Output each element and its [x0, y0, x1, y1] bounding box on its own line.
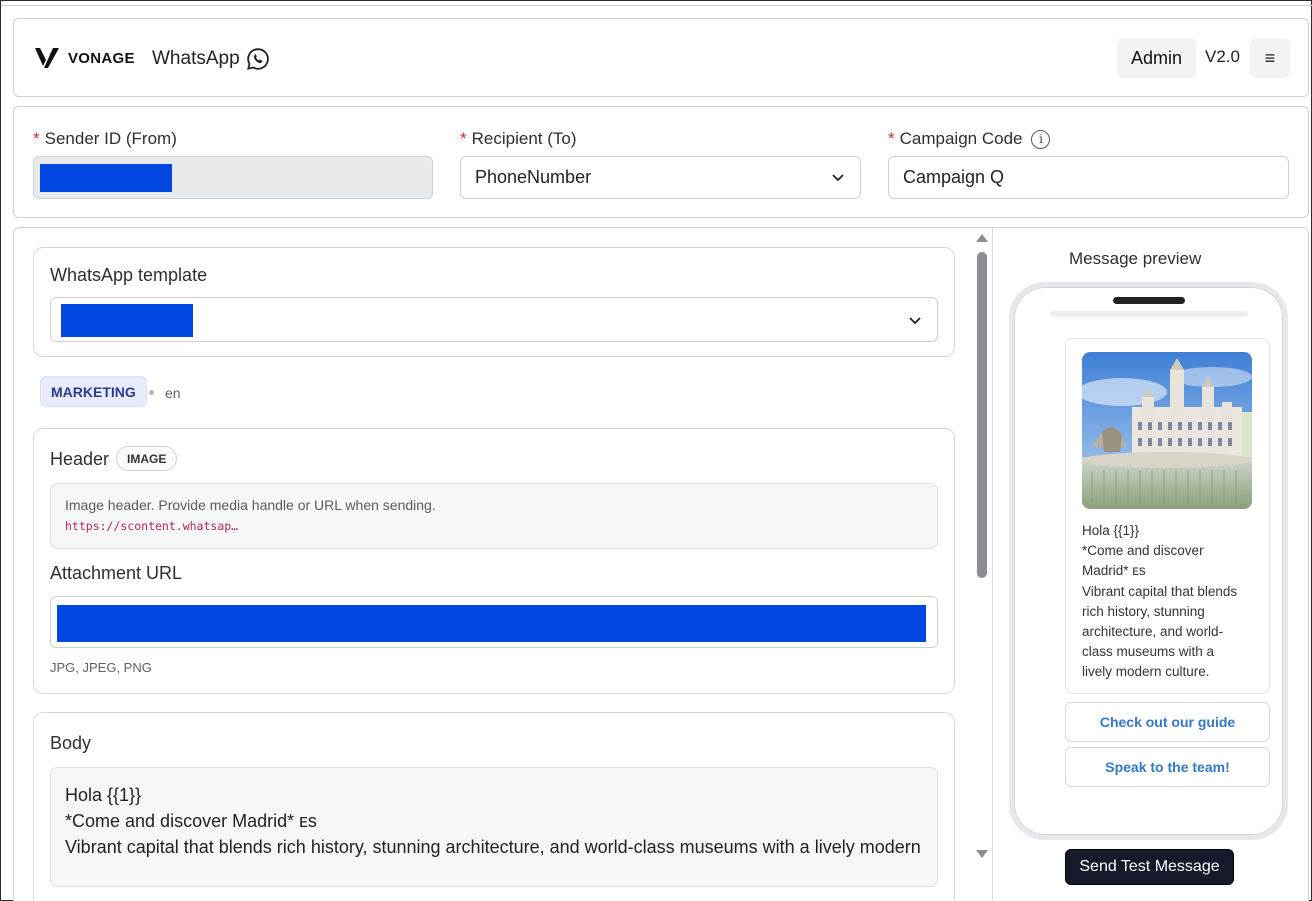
attachment-url-input[interactable]	[50, 596, 938, 648]
header-section-card: Header IMAGE Image header. Provide media…	[33, 428, 955, 694]
chevron-down-icon	[832, 174, 844, 182]
chevron-down-icon	[909, 317, 921, 325]
separator-dot	[149, 390, 154, 395]
preview-line: Vibrant capital that blends	[1082, 583, 1238, 599]
category-badge: MARKETING	[40, 376, 147, 407]
recipient-value: PhoneNumber	[475, 167, 592, 187]
sender-id-field	[33, 156, 433, 199]
phone-notch	[1113, 297, 1185, 304]
header-hint-box: Image header. Provide media handle or UR…	[50, 483, 938, 549]
message-fields-card: * Sender ID (From) * Recipient (To) Phon…	[13, 106, 1309, 218]
template-card: WhatsApp template	[33, 247, 955, 357]
campaign-label: * Campaign Code i	[888, 129, 1051, 149]
required-mark: *	[33, 129, 40, 148]
editor-scrollbar[interactable]	[976, 234, 988, 858]
brand-text: VONAGE	[68, 49, 135, 67]
campaign-code-input[interactable]: Campaign Q	[888, 156, 1289, 199]
redacted-block	[57, 605, 926, 642]
header-image	[1082, 352, 1252, 509]
header-hint-url: https://scontent.whatsap…	[65, 519, 239, 533]
app-title: WhatsApp	[152, 47, 270, 71]
preview-line: Madrid* ᴇs	[1082, 563, 1146, 579]
required-mark: *	[888, 129, 895, 148]
preview-line: lively modern culture.	[1082, 664, 1210, 680]
whatsapp-icon	[246, 48, 269, 70]
preview-line: architecture, and world-	[1082, 624, 1224, 640]
preview-line: Hola {{1}}	[1082, 523, 1140, 538]
preview-message-text: Hola {{1}} *Come and discover Madrid* ᴇs…	[1082, 521, 1262, 683]
preview-title: Message preview	[1069, 249, 1202, 268]
body-line: Hola {{1}}	[65, 785, 142, 805]
recipient-select[interactable]: PhoneNumber	[460, 156, 861, 199]
app-name-text: WhatsApp	[152, 48, 240, 69]
preview-line: *Come and discover	[1082, 543, 1204, 559]
phone-preview: Hola {{1}} *Come and discover Madrid* ᴇs…	[1009, 282, 1288, 840]
version-label: V2.0	[1205, 47, 1240, 66]
allowed-formats: JPG, JPEG, PNG	[50, 660, 152, 675]
window-top-line	[1, 5, 1312, 6]
app-header: VONAGE WhatsApp Admin V2.0 ≡	[13, 18, 1309, 97]
preview-line: class museums with a	[1082, 644, 1215, 660]
redacted-block	[40, 163, 172, 192]
language-label: en	[165, 385, 181, 401]
message-bubble: Hola {{1}} *Come and discover Madrid* ᴇs…	[1065, 338, 1270, 694]
cta-button-guide[interactable]: Check out our guide	[1065, 702, 1270, 742]
required-mark: *	[460, 129, 467, 148]
scroll-up-arrow-icon[interactable]	[976, 234, 988, 242]
scrollbar-thumb[interactable]	[977, 252, 987, 578]
vonage-logo: VONAGE	[34, 46, 135, 70]
body-line: *Come and discover Madrid* ᴇs	[65, 811, 317, 831]
redacted-block	[61, 304, 193, 337]
body-section-label: Body	[50, 733, 92, 753]
header-hint-text: Image header. Provide media handle or UR…	[65, 497, 436, 513]
campaign-label-text: Campaign Code	[899, 129, 1023, 148]
campaign-value: Campaign Q	[903, 167, 1005, 187]
scroll-down-arrow-icon[interactable]	[976, 850, 988, 858]
send-test-message-button[interactable]: Send Test Message	[1065, 849, 1234, 885]
sender-label-text: Sender ID (From)	[44, 129, 177, 148]
phone-status-bar	[1050, 311, 1248, 317]
header-section-label: Header	[50, 449, 110, 469]
body-line: Vibrant capital that blends rich history…	[65, 837, 921, 857]
preview-divider	[992, 228, 993, 901]
admin-button[interactable]: Admin	[1117, 38, 1196, 78]
menu-button[interactable]: ≡	[1250, 38, 1290, 78]
hamburger-icon: ≡	[1264, 47, 1276, 68]
cta-button-team[interactable]: Speak to the team!	[1065, 747, 1270, 787]
preview-line: rich history, stunning	[1082, 603, 1205, 619]
recipient-label-text: Recipient (To)	[471, 129, 577, 148]
template-select[interactable]	[50, 297, 938, 342]
vonage-v-icon	[35, 48, 59, 68]
body-text-area[interactable]: Hola {{1}} *Come and discover Madrid* ᴇs…	[50, 767, 938, 887]
info-icon[interactable]: i	[1031, 129, 1051, 149]
header-type-badge: IMAGE	[116, 446, 178, 471]
body-section-card: Body Hola {{1}} *Come and discover Madri…	[33, 712, 955, 901]
recipient-label: * Recipient (To)	[460, 129, 577, 149]
sender-label: * Sender ID (From)	[33, 129, 177, 149]
attachment-url-label: Attachment URL	[50, 563, 183, 583]
template-label: WhatsApp template	[50, 265, 208, 285]
